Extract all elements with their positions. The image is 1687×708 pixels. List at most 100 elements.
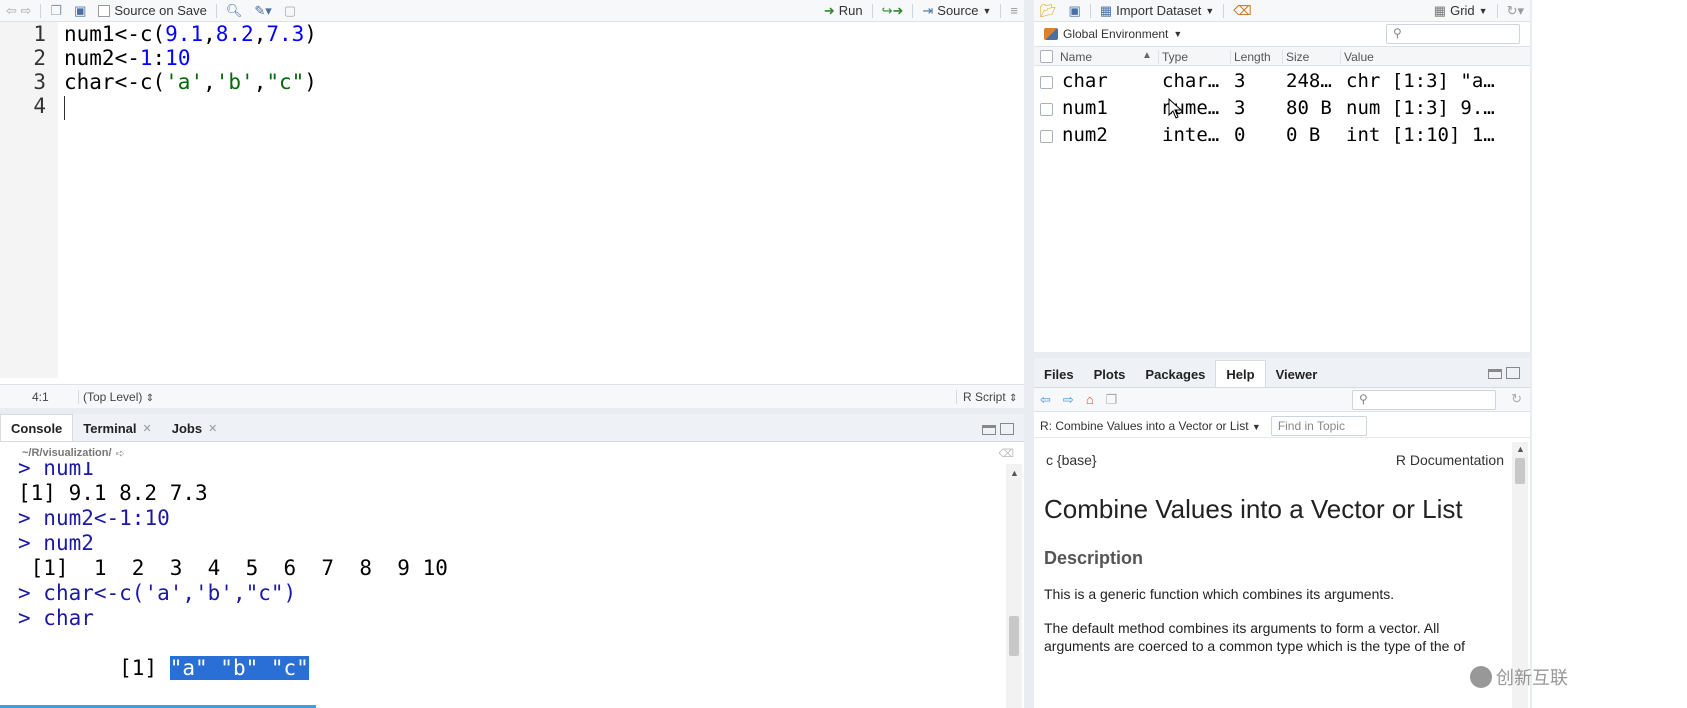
save-workspace-icon[interactable]: ▣ xyxy=(1063,3,1087,19)
column-header-value[interactable]: Value xyxy=(1340,50,1374,64)
clear-console-broom-icon[interactable]: ⌫ xyxy=(998,447,1014,460)
console-prompt: > xyxy=(18,462,44,480)
search-icon: ⚲ xyxy=(1359,392,1368,406)
tab-terminal[interactable]: Terminal ✕ xyxy=(73,415,161,441)
minimize-icon[interactable] xyxy=(1488,369,1502,379)
scroll-thumb[interactable] xyxy=(1515,458,1525,484)
column-header-type[interactable]: Type xyxy=(1158,50,1188,64)
source-on-save-toggle[interactable]: Source on Save xyxy=(92,3,213,18)
console-output[interactable]: > num1 [1] 9.1 8.2 7.3 > num2<-1:10 > num2 … xyxy=(0,462,1008,708)
code-line[interactable]: char<-c('a','b',"c") xyxy=(64,70,317,94)
close-icon[interactable]: ✕ xyxy=(143,422,152,435)
code-token: 8.2 xyxy=(215,22,254,46)
go-to-directory-icon[interactable]: ➪ xyxy=(116,447,125,460)
chevron-down-icon: ▼ xyxy=(982,5,992,16)
forward-arrow-icon[interactable]: ⇨ xyxy=(1057,392,1080,408)
environment-row[interactable]: char char… 3 248… chr [1:3] "a… xyxy=(1034,68,1530,95)
tab-help[interactable]: Help xyxy=(1215,360,1266,387)
import-dataset-button[interactable]: ▦ Import Dataset ▼ xyxy=(1094,3,1220,19)
column-header-length[interactable]: Length xyxy=(1230,50,1271,64)
console-output-line: [1] 1 2 3 4 5 6 7 8 9 10 xyxy=(18,556,448,580)
topic-label: R: Combine Values into a Vector or List xyxy=(1040,418,1249,433)
column-header-name[interactable]: Name xyxy=(1060,50,1092,64)
console-prompt: > xyxy=(18,531,44,555)
show-in-window-icon[interactable]: ❐ xyxy=(44,3,68,19)
code-line[interactable]: num2<-1:10 xyxy=(64,46,190,70)
row-checkbox[interactable] xyxy=(1040,103,1053,116)
tab-plots[interactable]: Plots xyxy=(1084,361,1136,387)
tab-jobs[interactable]: Jobs ✕ xyxy=(162,415,228,441)
back-icon[interactable]: ⇦ ⇨ xyxy=(0,3,37,19)
code-token: "c" xyxy=(266,70,305,94)
scroll-up-icon[interactable]: ▲ xyxy=(1516,444,1525,454)
scope-label: (Top Level) xyxy=(83,389,143,404)
tab-label: Plots xyxy=(1093,366,1126,382)
table-icon: ▦ xyxy=(1099,2,1113,18)
console-scrollbar[interactable]: ▲ xyxy=(1006,464,1022,708)
column-header-size[interactable]: Size xyxy=(1282,50,1309,64)
environment-row[interactable]: num2 inte… 0 0 B int [1:10] 1… xyxy=(1034,122,1530,149)
code-token: , xyxy=(253,22,267,46)
code-line[interactable]: num1<-c(9.1,8.2,7.3) xyxy=(64,22,317,46)
close-icon[interactable]: ✕ xyxy=(208,422,217,435)
view-mode-label: Grid xyxy=(1450,3,1475,18)
description-heading: Description xyxy=(1044,548,1144,568)
tab-viewer[interactable]: Viewer xyxy=(1266,361,1328,387)
filetype-selector[interactable]: R Script ⇕ xyxy=(956,389,1017,404)
console-text: [1] 1 2 3 4 5 6 7 8 9 10 xyxy=(18,556,448,580)
environment-scope-label: Global Environment xyxy=(1063,27,1169,41)
console-text: [1] 9.1 8.2 7.3 xyxy=(18,481,208,505)
code-token: ) xyxy=(304,70,317,94)
topic-selector[interactable]: R: Combine Values into a Vector or List … xyxy=(1034,419,1261,433)
tab-files[interactable]: Files xyxy=(1034,361,1084,387)
home-icon[interactable]: ⌂ xyxy=(1080,392,1100,407)
maximize-icon[interactable] xyxy=(1000,423,1014,435)
scroll-thumb[interactable] xyxy=(1009,616,1019,656)
tab-console[interactable]: Console xyxy=(0,414,74,441)
env-cell-value: int [1:10] 1… xyxy=(1346,124,1495,146)
refresh-icon[interactable]: ↻▾ xyxy=(1501,3,1530,19)
description-paragraph: The default method combines its argument… xyxy=(1044,620,1440,636)
chevron-down-icon: ▼ xyxy=(1478,5,1488,16)
run-button[interactable]: ➜ Run xyxy=(818,3,869,19)
help-title: Combine Values into a Vector or List xyxy=(1044,494,1463,524)
compile-report-icon[interactable]: ▢ xyxy=(278,3,302,19)
source-on-save-checkbox[interactable] xyxy=(98,4,111,17)
output-prefix: [1] xyxy=(119,656,170,680)
row-checkbox[interactable] xyxy=(1040,76,1053,89)
scope-selector[interactable]: (Top Level) ⇕ xyxy=(78,389,154,404)
load-workspace-icon[interactable]: 📂︎ xyxy=(1034,3,1063,19)
env-cell-type: inte… xyxy=(1162,124,1220,146)
environment-row[interactable]: num1 nume… 3 80 Bnum [1:3] 9.… xyxy=(1034,95,1530,122)
selected-text[interactable]: "a" "b" "c" xyxy=(169,656,309,680)
source-button[interactable]: ⇥ Source ▼ xyxy=(916,3,997,19)
tab-packages[interactable]: Packages xyxy=(1135,361,1215,387)
help-pane: Files Plots Packages Help Viewer ⇦ ⇨ ⌂ ❐… xyxy=(1034,358,1530,708)
back-arrow-icon[interactable]: ⇦ xyxy=(1034,392,1057,408)
environment-table-body: char char… 3 248… chr [1:3] "a… num1 nume… 3 80 … xyxy=(1034,68,1530,158)
select-all-checkbox[interactable] xyxy=(1040,50,1053,63)
clear-workspace-broom-icon[interactable]: ⌫ xyxy=(1227,3,1257,19)
console-text: num2<-1:10 xyxy=(43,506,170,530)
minimize-icon[interactable] xyxy=(982,425,996,435)
help-search-input[interactable]: ⚲ xyxy=(1352,390,1496,410)
show-in-window-icon[interactable]: ❐ xyxy=(1100,392,1124,408)
code-tools-wand-icon[interactable]: ✎▾ xyxy=(248,3,277,19)
maximize-icon[interactable] xyxy=(1506,367,1520,379)
scroll-up-icon[interactable]: ▲ xyxy=(1010,468,1019,478)
save-icon[interactable]: ▣ xyxy=(68,3,92,19)
document-outline-icon[interactable]: ≡ xyxy=(1004,3,1024,18)
code-token: , xyxy=(203,70,216,94)
row-checkbox[interactable] xyxy=(1040,130,1053,143)
find-in-topic-input[interactable]: Find in Topic xyxy=(1270,415,1367,436)
view-mode-selector[interactable]: ▦ Grid ▼ xyxy=(1428,3,1494,19)
environment-search-input[interactable]: ⚲ xyxy=(1386,24,1520,44)
code-editor-area[interactable]: num1<-c(9.1,8.2,7.3) num2<-1:10 char<-c(… xyxy=(0,22,1024,378)
tab-label: Terminal xyxy=(83,420,137,436)
refresh-icon[interactable]: ↻ xyxy=(1511,391,1522,407)
env-cell-size: 0 B xyxy=(1286,124,1321,146)
tab-label: Console xyxy=(11,420,63,436)
environment-scope-selector[interactable]: Global Environment ▼ xyxy=(1034,27,1182,41)
rerun-icon[interactable]: ↪➜ xyxy=(876,3,910,19)
search-icon[interactable]: 🔍︎ xyxy=(220,3,249,19)
